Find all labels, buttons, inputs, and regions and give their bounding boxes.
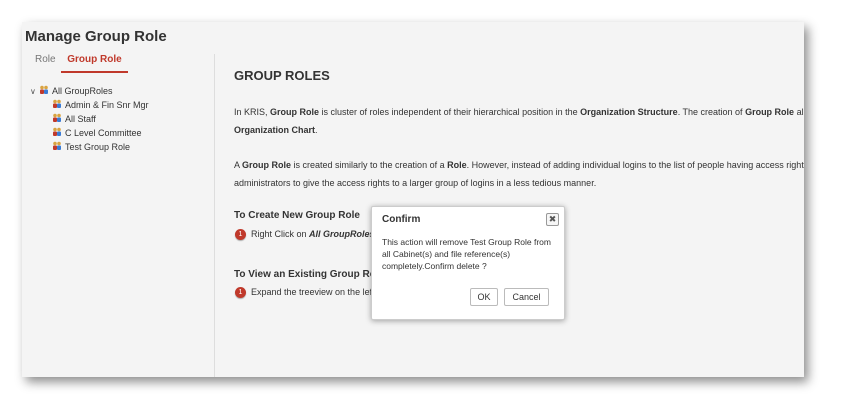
text: allows	[796, 107, 804, 117]
bold-text: Organization Structure	[580, 107, 678, 117]
intro-paragraph: In KRIS, Group Role is cluster of roles …	[234, 103, 804, 139]
dialog-title: Confirm	[382, 214, 421, 225]
tree-node-group-role[interactable]: C Level Committee	[30, 126, 149, 140]
view-section-heading: To View an Existing Group Role	[234, 269, 385, 280]
page-title: Manage Group Role	[25, 28, 167, 45]
dialog-message: This action will remove Test Group Role …	[382, 237, 551, 271]
bold-text: Group Role	[745, 107, 795, 117]
group-icon	[53, 113, 61, 122]
tree-node-all-grouproles[interactable]: ∨ All GroupRoles	[30, 84, 149, 98]
text: . The creation of	[677, 107, 746, 117]
view-step: 1 Expand the treeview on the left	[235, 287, 375, 298]
manage-group-role-window: Manage Group Role Role Group Role ∨ All G…	[22, 22, 804, 377]
tree-node-label: All Staff	[65, 114, 96, 124]
tree-node-group-role[interactable]: Admin & Fin Snr Mgr	[30, 98, 149, 112]
tree-node-label: C Level Committee	[65, 128, 142, 138]
help-content: GROUP ROLES In KRIS, Group Role is clust…	[234, 22, 804, 377]
step-text: Expand the treeview on the left	[251, 287, 375, 297]
tab-bar: Role Group Role	[22, 51, 212, 73]
group-roles-tree: ∨ All GroupRoles Admin & Fin Snr Mgr All …	[30, 84, 149, 154]
step-text: Right Click on	[251, 229, 310, 239]
group-icon	[53, 141, 61, 150]
step-number-badge: 1	[235, 287, 246, 298]
group-icon	[53, 127, 61, 136]
text: In KRIS,	[234, 107, 271, 117]
bold-text: Organization Chart	[234, 125, 316, 135]
text: A	[234, 160, 243, 170]
text: .	[315, 125, 318, 135]
create-step: 1 Right Click on All GroupRoles	[235, 229, 375, 240]
text: . However, instead of adding individual …	[466, 160, 804, 170]
tree-node-label: All GroupRoles	[52, 86, 113, 96]
group-icon	[53, 99, 61, 108]
panel-divider	[214, 54, 215, 377]
step-number-badge: 1	[235, 229, 246, 240]
creation-paragraph: A Group Role is created similarly to the…	[234, 156, 804, 192]
bold-text: Group Role	[242, 160, 292, 170]
tree-node-label: Test Group Role	[65, 142, 131, 152]
cancel-button[interactable]: Cancel	[504, 288, 549, 306]
tab-group-role[interactable]: Group Role	[61, 51, 128, 73]
tab-role[interactable]: Role	[35, 51, 56, 71]
bold-text: Role	[447, 160, 467, 170]
tree-node-group-role[interactable]: Test Group Role	[30, 140, 149, 154]
ok-button[interactable]: OK	[470, 288, 498, 306]
content-heading: GROUP ROLES	[234, 68, 330, 83]
tree-node-group-role[interactable]: All Staff	[30, 112, 149, 126]
create-section-heading: To Create New Group Role	[234, 210, 360, 221]
tree-node-label: Admin & Fin Snr Mgr	[65, 100, 149, 110]
close-icon[interactable]: ✖	[546, 213, 559, 226]
text: is cluster of roles independent of their…	[319, 107, 581, 117]
chevron-down-icon[interactable]: ∨	[30, 85, 39, 99]
step-bold-text: All GroupRoles	[309, 229, 375, 239]
text: is created similarly to the creation of …	[291, 160, 448, 170]
group-icon	[40, 85, 48, 94]
confirm-dialog: Confirm ✖ This action will remove Test G…	[371, 206, 565, 320]
text: administrators to give the access rights…	[234, 178, 597, 188]
bold-text: Group Role	[270, 107, 320, 117]
